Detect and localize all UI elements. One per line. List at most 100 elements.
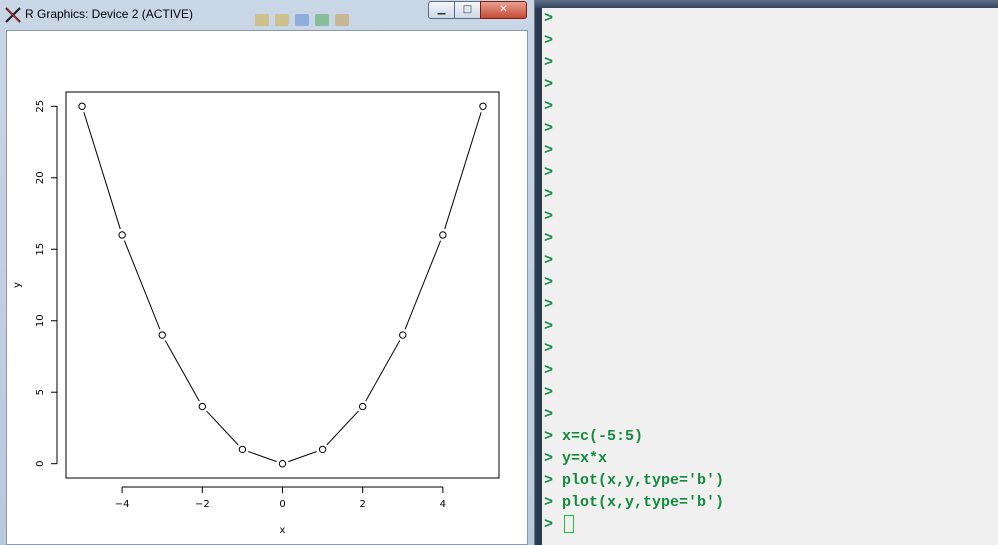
console-prompt-line: > [544, 382, 553, 404]
data-point [198, 402, 207, 411]
y-tick-label: 0 [35, 461, 46, 467]
prompt-symbol: > [544, 98, 554, 115]
r-console-window: > > > > > > > > > > > > > > > > > > > > x=c(-5:5) > y=x*x > p… [535, 0, 998, 545]
graphics-device-canvas: −4 −2 0 2 4 0 5 10 15 20 25 x y [6, 30, 528, 545]
series-line-segment [164, 340, 200, 402]
console-command-line: > plot(x,y,type='b') [544, 492, 724, 514]
folder-icon [255, 14, 269, 26]
plot-frame [65, 91, 500, 479]
y-tick-label: 5 [35, 389, 46, 395]
console-prompt-line: > [544, 140, 553, 162]
console-command-line: > y=x*x [544, 448, 607, 470]
globe-icon [295, 14, 309, 26]
window-title: R Graphics: Device 2 (ACTIVE) [25, 7, 194, 21]
data-point [78, 102, 86, 110]
y-tick-label: 20 [35, 171, 46, 184]
console-prompt-line: > [544, 338, 553, 360]
x-tick-label: −2 [195, 499, 210, 510]
console-prompt-line: > [544, 8, 553, 30]
console-prompt-line: > [544, 96, 553, 118]
series-line-segment [206, 410, 239, 446]
console-prompt-line: > [544, 250, 553, 272]
x-axis-label: x [280, 525, 286, 536]
prompt-symbol: > [544, 274, 554, 291]
background-toolbar-icons [255, 11, 355, 30]
y-axis-label: y [12, 282, 23, 288]
console-title-bar[interactable] [535, 0, 998, 8]
data-point [479, 102, 487, 110]
console-prompt-line: > [544, 118, 553, 140]
tool-icon [335, 14, 349, 26]
data-point [118, 231, 126, 239]
series-line-segment [123, 240, 161, 330]
series-line-segment [248, 451, 277, 463]
data-point [399, 331, 407, 339]
x-tick-label: 2 [359, 499, 365, 510]
console-command-line: > x=c(-5:5) [544, 426, 643, 448]
console-prompt-line: > [544, 74, 553, 96]
console-prompt-line: > [544, 294, 553, 316]
folder-icon [275, 14, 289, 26]
prompt-symbol: > [544, 142, 554, 159]
prompt-symbol: > [544, 362, 554, 379]
console-output[interactable]: > > > > > > > > > > > > > > > > > > > > x=c(-5:5) > y=x*x > p… [542, 8, 998, 545]
plot: −4 −2 0 2 4 0 5 10 15 20 25 x y [12, 91, 500, 536]
y-tick-label: 25 [35, 100, 46, 113]
prompt-symbol: > [544, 186, 554, 203]
x-tick-label: 4 [440, 499, 446, 510]
console-prompt-line: > [544, 404, 553, 426]
edit-icon [315, 14, 329, 26]
series-line-segment [365, 340, 401, 402]
command-text: x=c(-5:5) [562, 428, 644, 445]
console-prompt-line: > [544, 360, 553, 382]
prompt-symbol: > [544, 406, 554, 423]
prompt-symbol: > [544, 230, 554, 247]
command-text: plot(x,y,type='b') [562, 494, 725, 511]
series-line-segment [288, 451, 317, 463]
prompt-symbol: > [544, 340, 554, 357]
maximize-button[interactable]: □ [454, 1, 481, 19]
data-point [158, 331, 166, 339]
command-text: plot(x,y,type='b') [562, 472, 725, 489]
prompt-symbol: > [544, 450, 563, 467]
console-prompt-line: > [544, 30, 553, 52]
prompt-symbol: > [544, 296, 554, 313]
prompt-symbol: > [544, 318, 554, 335]
y-tick-label: 10 [35, 314, 46, 327]
console-prompt-line: > [544, 52, 553, 74]
command-text: y=x*x [562, 450, 608, 467]
data-point [238, 445, 247, 454]
data-point [278, 460, 287, 468]
y-tick-label: 15 [35, 243, 46, 256]
prompt-symbol: > [544, 494, 563, 511]
x-tick-label: −4 [115, 499, 130, 510]
prompt-symbol: > [544, 516, 563, 533]
console-prompt-line: > [544, 316, 553, 338]
console-command-line: > plot(x,y,type='b') [544, 470, 724, 492]
prompt-symbol: > [544, 10, 554, 27]
console-prompt-line: > [544, 184, 553, 206]
console-prompt-line: > [544, 206, 553, 228]
prompt-symbol: > [544, 252, 554, 269]
text-cursor[interactable] [564, 515, 575, 534]
prompt-symbol: > [544, 384, 554, 401]
title-bar[interactable]: R Graphics: Device 2 (ACTIVE) ▁ □ ✕ [0, 0, 535, 30]
data-point [358, 402, 367, 411]
console-prompt-line: > [544, 272, 553, 294]
r-graphics-window: R Graphics: Device 2 (ACTIVE) ▁ □ ✕ −4 −2… [0, 0, 535, 545]
prompt-symbol: > [544, 428, 563, 445]
prompt-symbol: > [544, 54, 554, 71]
series-line-segment [404, 240, 442, 330]
console-prompt-line: > [544, 162, 553, 184]
series-line-segment [83, 112, 121, 230]
prompt-symbol: > [544, 472, 563, 489]
series-line-segment [326, 410, 359, 446]
close-button[interactable]: ✕ [480, 1, 527, 19]
x-tick-label: 0 [279, 499, 285, 510]
data-point [439, 231, 447, 239]
console-prompt-line: > [544, 514, 575, 536]
prompt-symbol: > [544, 208, 554, 225]
prompt-symbol: > [544, 32, 554, 49]
minimize-button[interactable]: ▁ [428, 1, 455, 19]
console-prompt-line: > [544, 228, 553, 250]
